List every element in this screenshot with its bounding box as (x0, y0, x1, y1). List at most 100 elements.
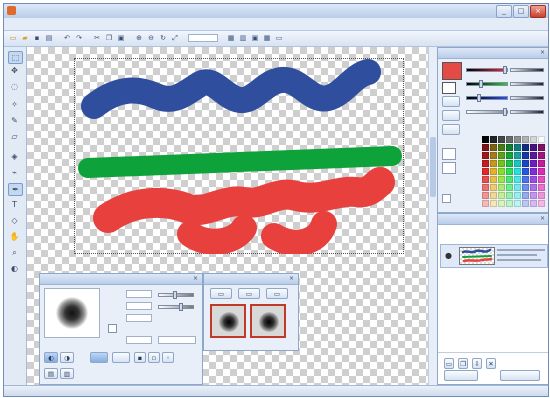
fit-icon[interactable]: ⤢ (170, 33, 180, 43)
green-slider[interactable] (466, 80, 508, 88)
color-swatch[interactable] (498, 200, 505, 207)
brush-opt-a-icon[interactable]: ▪ (134, 352, 146, 363)
color-swatch[interactable] (482, 176, 489, 183)
hardness-field[interactable] (126, 314, 152, 322)
color-swatch[interactable] (490, 192, 497, 199)
drawing-canvas[interactable] (74, 58, 404, 254)
color-mode-button-2[interactable] (442, 110, 460, 121)
color-swatch[interactable] (530, 160, 537, 167)
save-icon[interactable]: ▪ (32, 33, 42, 43)
blue-slider[interactable] (466, 94, 508, 102)
hue-slider[interactable] (510, 68, 544, 72)
color-swatch[interactable] (538, 192, 545, 199)
close-icon[interactable]: × (539, 215, 546, 222)
close-icon[interactable]: × (192, 275, 199, 282)
color-swatch[interactable] (522, 136, 529, 143)
new-icon[interactable]: ▭ (8, 33, 18, 43)
color-swatch[interactable] (514, 136, 521, 143)
copy-layer-icon[interactable]: ❐ (458, 358, 468, 369)
hand-tool-icon[interactable]: ✋ (8, 231, 21, 242)
wand-tool-icon[interactable]: ✧ (8, 99, 21, 110)
color-swatch[interactable] (522, 144, 529, 151)
opacity-slider[interactable] (158, 303, 194, 311)
eye-icon[interactable]: ● (445, 251, 452, 260)
color-swatch[interactable] (498, 160, 505, 167)
color-swatch[interactable] (522, 168, 529, 175)
grid-icon[interactable]: ▦ (226, 33, 236, 43)
value-slider[interactable] (510, 96, 544, 100)
color-swatch[interactable] (506, 144, 513, 151)
color-swatch[interactable] (514, 168, 521, 175)
scroll-thumb[interactable] (430, 137, 436, 197)
brush-opt-c-icon[interactable]: ◦ (162, 352, 174, 363)
eyedropper-tool-icon[interactable]: ⌁ (8, 167, 21, 178)
color-swatch[interactable] (482, 160, 489, 167)
vertical-scrollbar[interactable] (428, 47, 437, 385)
color-mode-button-1[interactable] (442, 96, 460, 107)
mode-button-1[interactable]: ◐ (44, 352, 58, 363)
color-swatch-grid[interactable] (482, 136, 546, 208)
color-swatch[interactable] (538, 160, 545, 167)
color-swatch[interactable] (482, 136, 489, 143)
color-swatch[interactable] (506, 136, 513, 143)
color-swatch[interactable] (538, 136, 545, 143)
color-swatch[interactable] (522, 184, 529, 191)
swatch-slot-1[interactable] (442, 148, 456, 160)
fill-tool-icon[interactable]: ◈ (8, 151, 21, 162)
title-bar[interactable]: _ □ × (4, 4, 548, 18)
merge-layer-icon[interactable]: ⇩ (472, 358, 482, 369)
color-swatch[interactable] (514, 160, 521, 167)
preset-thumb-2[interactable] (250, 304, 286, 338)
shape-tool-icon[interactable]: ◇ (8, 215, 21, 226)
color-swatch[interactable] (522, 152, 529, 159)
color-swatch[interactable] (530, 200, 537, 207)
color-swatch[interactable] (538, 144, 545, 151)
size-field[interactable] (126, 290, 152, 298)
color-swatch[interactable] (490, 152, 497, 159)
color-swatch[interactable] (498, 152, 505, 159)
alpha-slider[interactable] (466, 108, 508, 116)
minimize-button[interactable]: _ (496, 5, 512, 18)
color-swatch[interactable] (538, 168, 545, 175)
close-icon[interactable]: × (539, 49, 546, 56)
color-swatch[interactable] (514, 200, 521, 207)
color-swatch[interactable] (522, 192, 529, 199)
paste-icon[interactable]: ▣ (116, 33, 126, 43)
color-swatch[interactable] (538, 176, 545, 183)
color-swatch[interactable] (530, 192, 537, 199)
color-mode-button-3[interactable] (442, 124, 460, 135)
color-swatch[interactable] (490, 184, 497, 191)
color-swatch[interactable] (482, 144, 489, 151)
opacity-field[interactable] (126, 302, 152, 310)
color-swatch[interactable] (530, 152, 537, 159)
rotate-icon[interactable]: ↻ (158, 33, 168, 43)
color-swatch[interactable] (482, 200, 489, 207)
primary-color-swatch[interactable] (442, 62, 462, 80)
open-icon[interactable]: ▰ (20, 33, 30, 43)
preset-thumb-1[interactable] (210, 304, 246, 338)
color-swatch[interactable] (506, 160, 513, 167)
color-swatch[interactable] (514, 152, 521, 159)
secondary-color-swatch[interactable] (442, 82, 456, 94)
layer-settings-button[interactable] (500, 370, 540, 381)
color-swatch[interactable] (490, 176, 497, 183)
color-swatch[interactable] (490, 160, 497, 167)
brush-opt-d-icon[interactable]: ▤ (44, 368, 58, 379)
color-swatch[interactable] (482, 192, 489, 199)
new-layer-icon[interactable]: ▭ (444, 358, 454, 369)
zoom-in-icon[interactable]: ⊕ (134, 33, 144, 43)
color-swatch[interactable] (490, 168, 497, 175)
brush-opt-b-icon[interactable]: ▫ (148, 352, 160, 363)
close-button[interactable]: × (530, 5, 546, 18)
undo-icon[interactable]: ↶ (62, 33, 72, 43)
color-swatch[interactable] (490, 144, 497, 151)
canvas-workspace[interactable]: × ◐ ◑ ▪ ▫ ◦ ▤ ▥ × ▭ ▭ ▭ (27, 47, 428, 385)
color-swatch[interactable] (498, 184, 505, 191)
option-checkbox[interactable] (108, 324, 117, 333)
reset-button[interactable] (112, 352, 130, 363)
color-swatch[interactable] (514, 192, 521, 199)
color-swatch[interactable] (538, 184, 545, 191)
color-swatch[interactable] (530, 176, 537, 183)
brush-opt-e-icon[interactable]: ▥ (60, 368, 74, 379)
delete-layer-icon[interactable]: ✕ (486, 358, 496, 369)
